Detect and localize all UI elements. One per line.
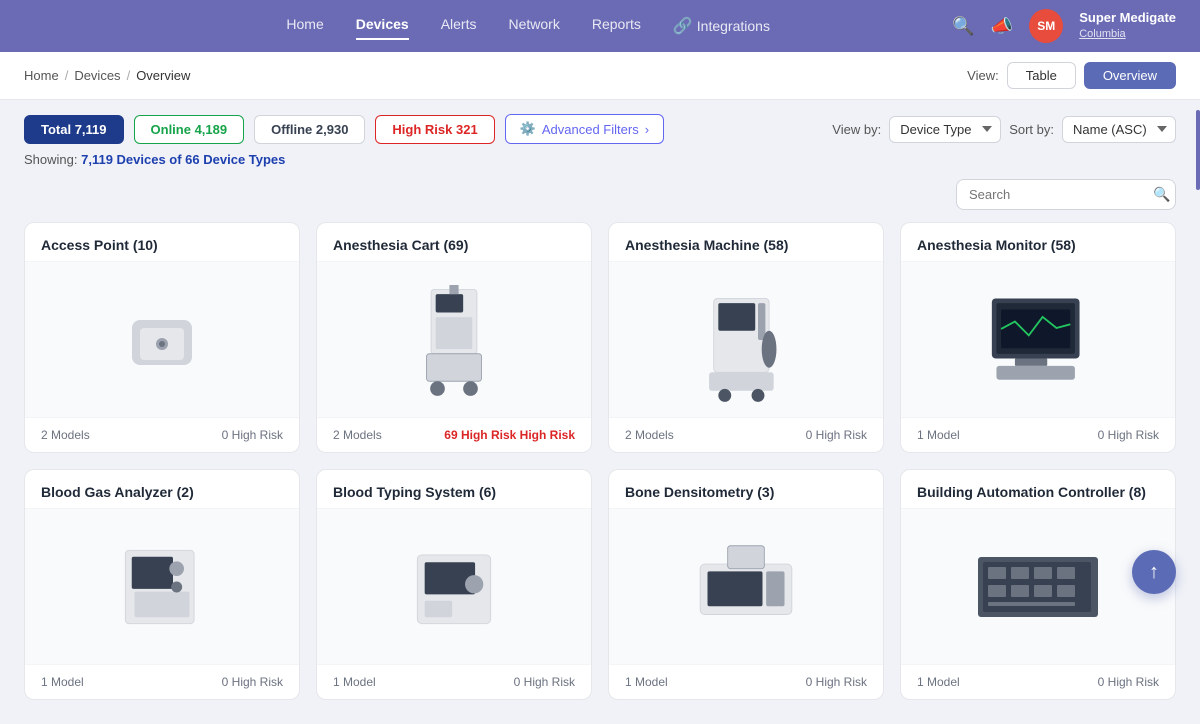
card-title: Bone Densitometry (3) <box>609 470 883 509</box>
online-btn[interactable]: Online 4,189 <box>134 115 245 144</box>
model-count: 2 Models <box>333 428 382 442</box>
viewby-group: View by: Device Type Sort by: Name (ASC) <box>832 116 1176 143</box>
breadcrumb-bar: Home / Devices / Overview View: Table Ov… <box>0 52 1200 100</box>
high-risk-count: 0 High Risk <box>806 428 867 442</box>
filters-bar: Total 7,119 Online 4,189 Offline 2,930 H… <box>0 100 1200 144</box>
breadcrumb-sep-1: / <box>65 68 69 83</box>
view-table-btn[interactable]: Table <box>1007 62 1076 89</box>
nav-links: Home Devices Alerts Network Reports 🔗 In… <box>104 12 952 40</box>
model-count: 1 Model <box>917 675 960 689</box>
search-box: 🔍 <box>956 179 1176 210</box>
high-risk-count: 0 High Risk <box>222 428 283 442</box>
high-risk-count: 69 High Risk High Risk <box>444 428 575 442</box>
breadcrumb-current: Overview <box>136 68 190 83</box>
sortby-select[interactable]: Name (ASC) <box>1062 116 1176 143</box>
viewby-select[interactable]: Device Type <box>889 116 1001 143</box>
nav-home[interactable]: Home <box>286 12 323 40</box>
user-info: Super Medigate Columbia <box>1079 10 1176 41</box>
card-image <box>609 262 883 417</box>
advanced-filters-btn[interactable]: ⚙️ Advanced Filters › <box>505 114 664 144</box>
nav-alerts[interactable]: Alerts <box>441 12 477 40</box>
view-toggle: View: Table Overview <box>967 62 1176 89</box>
search-icon: 🔍 <box>1153 186 1170 203</box>
high-risk-btn[interactable]: High Risk 321 <box>375 115 494 144</box>
model-count: 1 Model <box>917 428 960 442</box>
view-label: View: <box>967 68 999 83</box>
offline-btn[interactable]: Offline 2,930 <box>254 115 365 144</box>
nav-integrations[interactable]: 🔗 Integrations <box>673 12 770 40</box>
search-area: 🔍 <box>0 179 1200 222</box>
total-btn[interactable]: Total 7,119 <box>24 115 124 144</box>
card-title: Building Automation Controller (8) <box>901 470 1175 509</box>
model-count: 1 Model <box>333 675 376 689</box>
breadcrumb-devices[interactable]: Devices <box>74 68 120 83</box>
search-icon-btn[interactable]: 🔍 <box>952 16 974 37</box>
card-footer: 2 Models 69 High Risk High Risk <box>317 417 591 452</box>
card-title: Access Point (10) <box>25 223 299 262</box>
model-count: 1 Model <box>625 675 668 689</box>
nav-reports[interactable]: Reports <box>592 12 641 40</box>
card-title: Anesthesia Machine (58) <box>609 223 883 262</box>
chevron-right-icon: › <box>645 122 649 137</box>
device-card[interactable]: Anesthesia Cart (69) 2 Models 69 High Ri… <box>316 222 592 453</box>
card-footer: 1 Model 0 High Risk <box>901 417 1175 452</box>
model-count: 2 Models <box>41 428 90 442</box>
high-risk-count: 0 High Risk <box>806 675 867 689</box>
nav-devices[interactable]: Devices <box>356 12 409 40</box>
scroll-indicator <box>1196 110 1200 190</box>
user-name: Super Medigate <box>1079 10 1176 27</box>
showing-highlight: 7,119 Devices of 66 Device Types <box>81 152 285 167</box>
view-overview-btn[interactable]: Overview <box>1084 62 1176 89</box>
high-risk-count: 0 High Risk <box>222 675 283 689</box>
card-image <box>317 509 591 664</box>
card-image <box>25 262 299 417</box>
card-footer: 1 Model 0 High Risk <box>609 664 883 699</box>
viewby-label: View by: <box>832 122 881 137</box>
search-input[interactable] <box>969 187 1145 202</box>
high-risk-count: 0 High Risk <box>1098 428 1159 442</box>
card-title: Anesthesia Cart (69) <box>317 223 591 262</box>
nav-network[interactable]: Network <box>508 12 559 40</box>
high-risk-count: 0 High Risk <box>1098 675 1159 689</box>
model-count: 2 Models <box>625 428 674 442</box>
card-image <box>901 262 1175 417</box>
high-risk-count: 0 High Risk <box>514 675 575 689</box>
card-footer: 1 Model 0 High Risk <box>25 664 299 699</box>
fab-button[interactable]: ↑ <box>1132 550 1176 594</box>
user-org[interactable]: Columbia <box>1079 27 1176 41</box>
device-grid: Access Point (10) 2 Models 0 High Risk A… <box>0 222 1200 724</box>
card-image <box>25 509 299 664</box>
device-card[interactable]: Anesthesia Machine (58) 2 Models 0 High … <box>608 222 884 453</box>
breadcrumb-sep-2: / <box>127 68 131 83</box>
card-footer: 2 Models 0 High Risk <box>25 417 299 452</box>
notifications-icon-btn[interactable]: 📣 <box>991 16 1013 37</box>
user-avatar[interactable]: SM <box>1029 9 1063 43</box>
sortby-label: Sort by: <box>1009 122 1054 137</box>
device-card[interactable]: Bone Densitometry (3) 1 Model 0 High Ris… <box>608 469 884 700</box>
integrations-icon: 🔗 <box>673 16 693 36</box>
card-image <box>901 509 1175 664</box>
showing-line: Showing: 7,119 Devices of 66 Device Type… <box>0 144 1200 179</box>
device-card[interactable]: Building Automation Controller (8) 1 Mod… <box>900 469 1176 700</box>
device-card[interactable]: Blood Gas Analyzer (2) 1 Model 0 High Ri… <box>24 469 300 700</box>
card-title: Anesthesia Monitor (58) <box>901 223 1175 262</box>
navbar: Home Devices Alerts Network Reports 🔗 In… <box>0 0 1200 52</box>
device-card[interactable]: Blood Typing System (6) 1 Model 0 High R… <box>316 469 592 700</box>
card-title: Blood Gas Analyzer (2) <box>25 470 299 509</box>
filter-icon: ⚙️ <box>520 121 536 137</box>
breadcrumb: Home / Devices / Overview <box>24 68 190 83</box>
breadcrumb-home[interactable]: Home <box>24 68 59 83</box>
card-footer: 1 Model 0 High Risk <box>317 664 591 699</box>
device-card[interactable]: Anesthesia Monitor (58) 1 Model 0 High R… <box>900 222 1176 453</box>
card-footer: 2 Models 0 High Risk <box>609 417 883 452</box>
device-card[interactable]: Access Point (10) 2 Models 0 High Risk <box>24 222 300 453</box>
card-footer: 1 Model 0 High Risk <box>901 664 1175 699</box>
card-title: Blood Typing System (6) <box>317 470 591 509</box>
card-image <box>609 509 883 664</box>
card-image <box>317 262 591 417</box>
nav-right-icons: 🔍 📣 SM Super Medigate Columbia <box>952 9 1176 43</box>
model-count: 1 Model <box>41 675 84 689</box>
